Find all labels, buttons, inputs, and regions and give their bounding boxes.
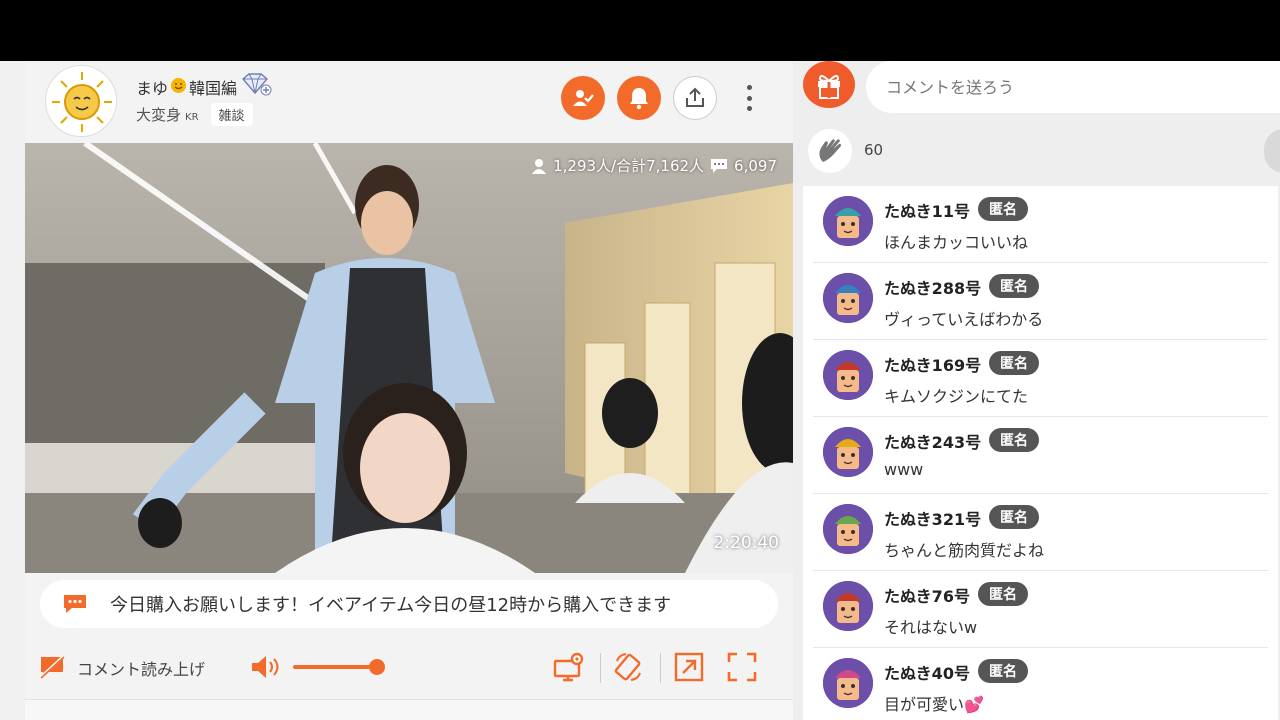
streamer-name[interactable]: まゆ 韓国編 <box>136 73 273 101</box>
fullscreen-icon[interactable] <box>725 650 759 684</box>
chat-message-text: ほんまカッコいいね <box>884 233 1029 252</box>
top-black-bar <box>0 0 1280 61</box>
diamond-badge-icon <box>239 73 273 101</box>
chat-message-list[interactable]: たぬき11号 匿名 ほんまカッコいいね たぬき288号 匿名 ヴィっていえばわかる たぬき1… <box>803 186 1278 720</box>
chat-username[interactable]: たぬき169号 <box>884 352 981 376</box>
video-frame <box>25 143 793 573</box>
comment-input[interactable] <box>866 61 1280 113</box>
bell-icon <box>630 88 648 110</box>
clap-count: 60 <box>864 141 884 159</box>
smile-emoji-icon <box>170 77 187 98</box>
anonymous-badge: 匿名 <box>989 505 1039 529</box>
anonymous-badge: 匿名 <box>989 274 1039 298</box>
chat-username[interactable]: たぬき76号 <box>884 583 970 607</box>
rotate-screen-icon[interactable] <box>612 650 646 684</box>
tanuki-avatar-icon[interactable] <box>823 427 873 477</box>
tanuki-avatar-icon[interactable] <box>823 504 873 554</box>
chat-message[interactable]: たぬき243号 匿名 www <box>813 417 1268 494</box>
category-tag[interactable]: 雑談 <box>210 103 253 126</box>
player-controls: コメント読み上げ <box>25 641 793 691</box>
follow-button[interactable] <box>561 76 605 120</box>
read-aloud-toggle-icon[interactable] <box>35 650 69 684</box>
clap-icon <box>819 139 841 162</box>
anonymous-badge: 匿名 <box>989 351 1039 375</box>
chat-message[interactable]: たぬき76号 匿名 それはないw <box>813 571 1268 648</box>
gift-item-row[interactable] <box>25 699 793 720</box>
chat-message-text: www <box>884 460 924 479</box>
user-check-icon <box>573 90 594 106</box>
control-divider <box>600 653 601 683</box>
stream-timecode: 2:20:40 <box>713 533 779 553</box>
panel-divider <box>793 61 803 720</box>
tanuki-avatar-icon[interactable] <box>823 581 873 631</box>
chat-message-text: ちゃんと筋肉質だよね <box>884 541 1045 560</box>
video-player[interactable]: 1,293人/合計7,162人 6,097 2:20:40 <box>25 143 793 573</box>
announcement-bar: 今日購入お願いします！イベアイテム今日の昼12時から購入できます <box>40 580 778 628</box>
tanuki-avatar-icon[interactable] <box>823 350 873 400</box>
chat-message-text: キムソクジンにてた <box>884 387 1029 406</box>
chat-message[interactable]: たぬき288号 匿名ヴィっていえばわかる <box>813 263 1268 340</box>
chat-message[interactable]: たぬき11号 匿名ほんまカッコいいね <box>813 186 1268 263</box>
chat-username[interactable]: たぬき288号 <box>884 275 981 299</box>
volume-slider-knob[interactable] <box>369 659 385 675</box>
chat-username[interactable]: たぬき40号 <box>884 660 970 684</box>
stream-subtitle: 大変身 KR 雑談 <box>136 103 253 126</box>
person-icon <box>532 158 547 174</box>
gift-icon <box>818 74 840 99</box>
control-divider <box>660 653 661 683</box>
more-menu-button[interactable] <box>741 81 757 115</box>
chat-username[interactable]: たぬき321号 <box>884 506 981 530</box>
tanuki-avatar-icon[interactable] <box>823 273 873 323</box>
chat-message[interactable]: たぬき169号 匿名キムソクジンにてた <box>813 340 1268 417</box>
tanuki-avatar-icon[interactable] <box>823 196 873 246</box>
gift-button[interactable] <box>803 61 855 108</box>
chat-username[interactable]: たぬき243号 <box>884 429 981 453</box>
notification-button[interactable] <box>617 76 661 120</box>
volume-slider-track[interactable] <box>293 665 377 669</box>
chat-message[interactable]: たぬき40号 匿名目が可愛い💕 <box>813 648 1268 720</box>
anonymous-badge: 匿名 <box>978 582 1028 606</box>
anonymous-badge: 匿名 <box>978 659 1028 683</box>
left-gutter <box>0 61 25 720</box>
chat-message[interactable]: たぬき321号 匿名ちゃんと筋肉質だよね <box>813 494 1268 571</box>
chat-username[interactable]: たぬき11号 <box>884 198 970 222</box>
read-aloud-label[interactable]: コメント読み上げ <box>77 656 205 680</box>
display-settings-icon[interactable] <box>552 650 586 684</box>
share-icon <box>686 87 704 107</box>
chat-message-text: それはないw <box>884 618 978 637</box>
stream-panel: まゆ 韓国編 大変身 KR 雑談 1,293人/合計7,162人 6,097 2… <box>25 61 793 720</box>
tanuki-avatar-icon[interactable] <box>823 658 873 708</box>
comment-icon <box>711 158 728 173</box>
anonymous-badge: 匿名 <box>978 197 1028 221</box>
viewer-stats: 1,293人/合計7,162人 6,097 <box>531 155 777 176</box>
chat-panel: 60 たぬき11号匿名ほんまカッコいいねたぬき288号匿名ヴィっていえばわかるた… <box>803 61 1280 720</box>
clap-button[interactable] <box>808 129 852 173</box>
scroll-button[interactable] <box>1264 129 1280 173</box>
speech-bubble-icon <box>64 595 86 613</box>
chat-message-text: ヴィっていえばわかる <box>884 310 1044 329</box>
streamer-avatar[interactable] <box>45 65 117 137</box>
volume-icon[interactable] <box>249 650 283 684</box>
anonymous-badge: 匿名 <box>989 428 1039 452</box>
share-button[interactable] <box>673 76 717 120</box>
announcement-text: 今日購入お願いします！イベアイテム今日の昼12時から購入できます <box>110 595 672 616</box>
chat-message-text: 目が可愛い💕 <box>884 695 984 714</box>
popout-icon[interactable] <box>672 650 706 684</box>
